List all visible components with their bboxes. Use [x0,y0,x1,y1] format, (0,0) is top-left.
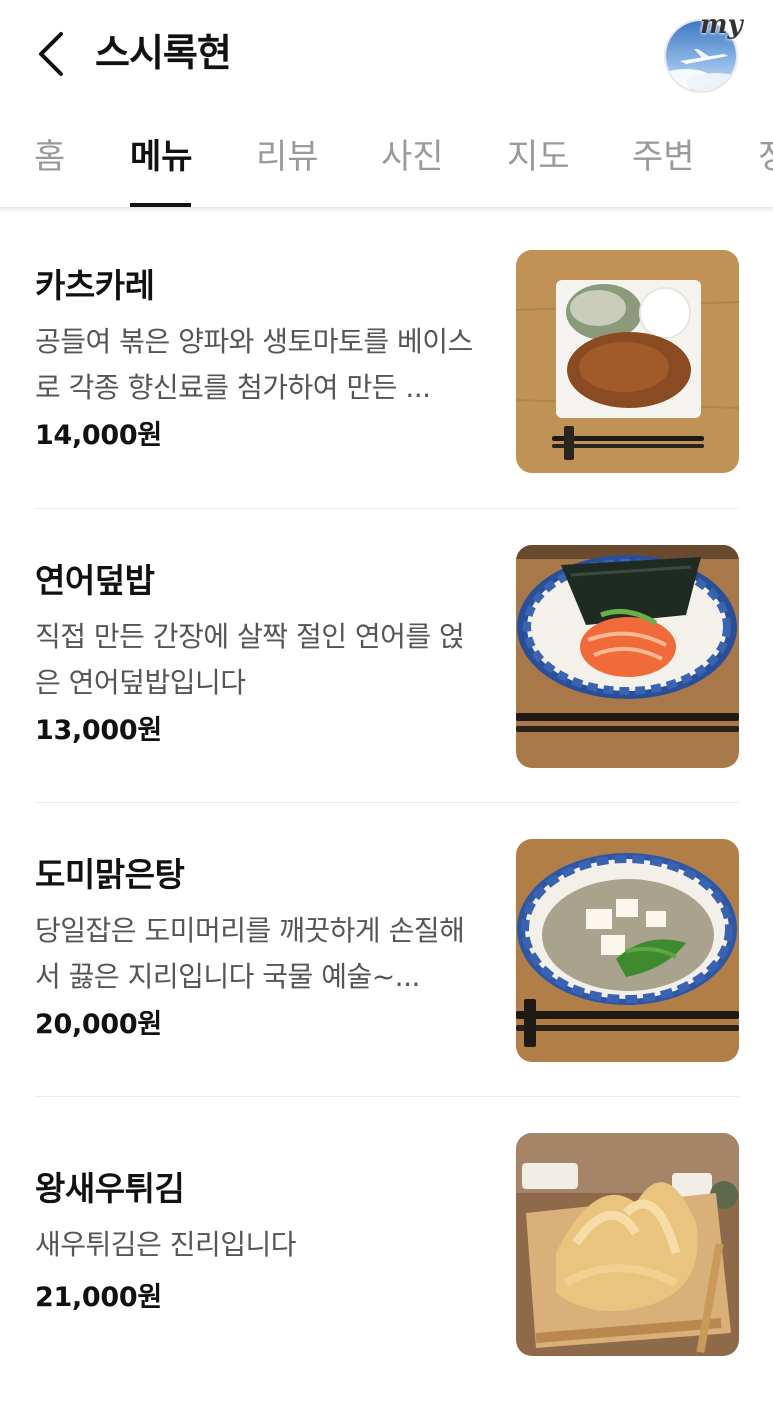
menu-item-price: 20,000원 [35,1009,162,1040]
tab-nearby[interactable]: 주변 [632,132,695,182]
page-title: 스시록현 [95,31,232,75]
divider [35,508,739,509]
menu-item-price: 21,000원 [35,1282,162,1313]
menu-item-name: 왕새우튀김 [35,1169,185,1208]
menu-item-name: 카츠카레 [35,266,155,305]
tab-info[interactable]: 정 [758,132,773,182]
menu-item[interactable]: 카츠카레 공들여 볶은 양파와 생토마토를 베이스로 각종 향신료를 첨가하여 … [35,250,739,545]
header-shadow [0,208,773,214]
menu-item[interactable]: 도미맑은탕 당일잡은 도미머리를 깨끗하게 손질해서 끓은 지리입니다 국물 예… [35,839,739,1134]
chevron-left-icon [39,32,63,76]
tab-photos[interactable]: 사진 [381,132,444,182]
menu-item-price: 13,000원 [35,715,162,746]
menu-item-name: 도미맑은탕 [35,855,185,894]
menu-item-name: 연어덮밥 [35,561,155,600]
menu-item-description: 직접 만든 간장에 살짝 절인 연어를 얹은 연어덮밥입니다 [35,620,465,699]
tab-home[interactable]: 홈 [34,132,65,182]
menu-item[interactable]: 연어덮밥 직접 만든 간장에 살짝 절인 연어를 얹은 연어덮밥입니다 13,0… [35,545,739,840]
menu-item-photo [516,545,739,768]
tab-map[interactable]: 지도 [507,132,570,182]
menu-item-photo [516,1133,739,1356]
menu-item-description: 당일잡은 도미머리를 깨끗하게 손질해서 끓은 지리입니다 국물 예술~... [35,914,465,993]
divider [35,1096,739,1097]
menu-item-photo [516,250,739,473]
tab-menu[interactable]: 메뉴 [130,132,193,182]
menu-item-description: 공들여 볶은 양파와 생토마토를 베이스로 각종 향신료를 첨가하여 만든 ..… [35,325,473,404]
tab-bar: 홈 메뉴 리뷰 사진 지도 주변 정 [0,108,773,208]
menu-item-photo [516,839,739,1062]
back-button[interactable] [28,26,72,82]
divider [35,802,739,803]
menu-item-description: 새우튀김은 진리입니다 [35,1228,297,1261]
tab-reviews[interactable]: 리뷰 [256,132,319,182]
app-header: 스시록현 my [0,0,773,108]
avatar-badge: my [700,10,743,40]
menu-item-price: 14,000원 [35,420,162,451]
